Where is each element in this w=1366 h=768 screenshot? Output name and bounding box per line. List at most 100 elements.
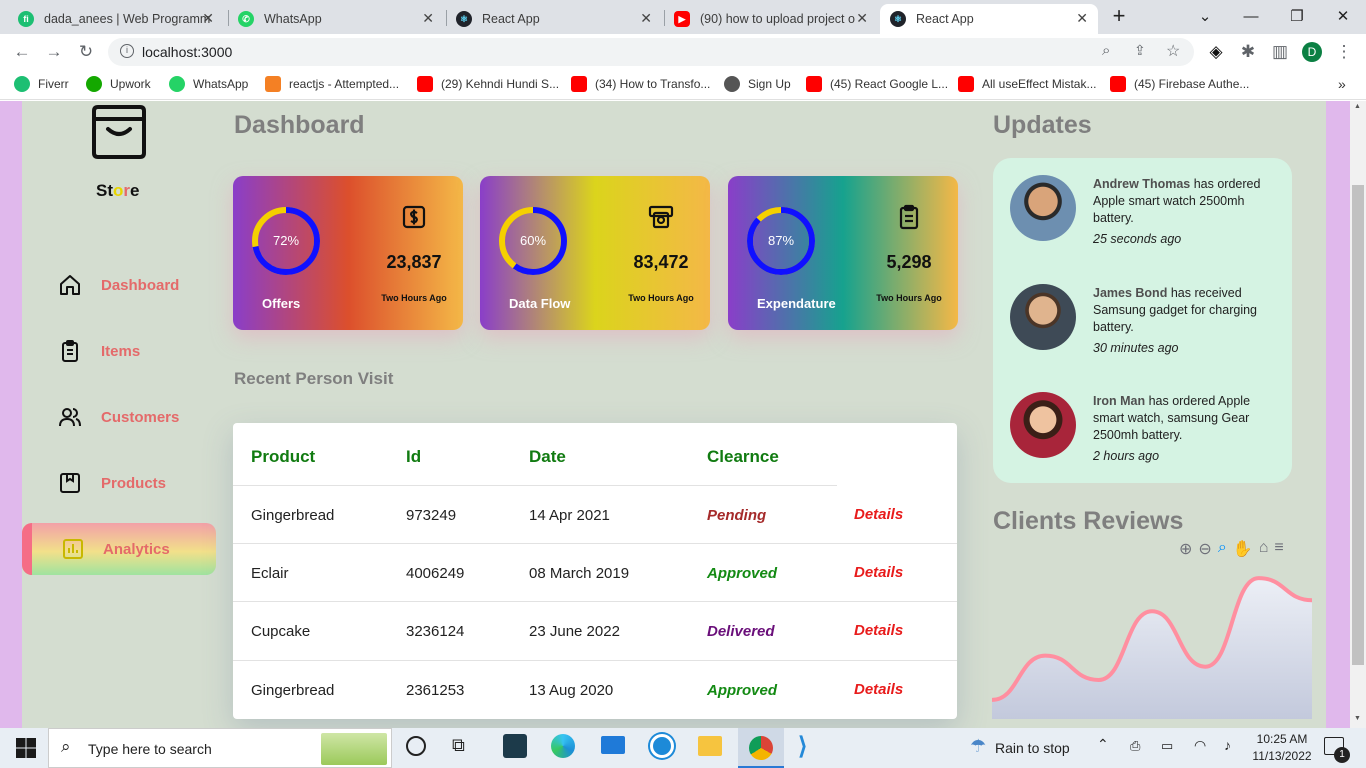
chrome-icon <box>749 736 773 760</box>
vscode-icon[interactable]: ⟩ <box>798 734 822 760</box>
card-time: Two Hours Ago <box>876 293 942 303</box>
scroll-up-icon[interactable]: ▲ <box>1354 103 1361 110</box>
pan-icon[interactable]: ✋ <box>1233 539 1253 559</box>
chrome-menu-icon[interactable]: ⋮ <box>1334 42 1354 62</box>
taskbar-search-box[interactable]: ⌕ Type here to search <box>48 728 392 768</box>
progress-value: 87% <box>767 233 795 248</box>
side-panel-icon[interactable]: ▥ <box>1270 42 1290 62</box>
close-window-button[interactable]: ✕ <box>1320 0 1366 32</box>
whatsapp-icon: ✆ <box>238 11 254 27</box>
avatar <box>1010 284 1076 350</box>
details-link[interactable]: Details <box>854 506 903 523</box>
page-scrollbar[interactable]: ▲ ▼ <box>1350 101 1366 728</box>
progress-value: 60% <box>519 233 547 248</box>
table-row: Gingerbread 2361253 13 Aug 2020 Approved… <box>233 660 957 718</box>
search-icon: ⌕ <box>61 737 71 756</box>
reset-home-icon[interactable]: ⌂ <box>1259 539 1269 559</box>
file-explorer-icon[interactable] <box>698 736 722 756</box>
task-view-icon[interactable]: ⧉ <box>452 735 465 756</box>
bookmark-whatsapp[interactable]: WhatsApp <box>169 76 248 92</box>
menu-icon[interactable]: ≡ <box>1274 539 1283 559</box>
updates-title: Updates <box>993 111 1092 139</box>
restore-button[interactable]: ❐ <box>1274 0 1320 32</box>
youtube-icon <box>1110 76 1126 92</box>
sidebar-item-dashboard[interactable]: Dashboard <box>58 270 179 300</box>
zoom-in-icon[interactable]: ⊕ <box>1179 539 1192 559</box>
browser-tab-fiverr[interactable]: fi dada_anees | Web Programm ✕ <box>8 4 224 34</box>
zoom-icon[interactable]: ⌕ <box>1102 42 1110 59</box>
mail-icon[interactable] <box>601 736 625 754</box>
extension-sync-icon[interactable]: ◈ <box>1206 42 1226 62</box>
sidebar-item-items[interactable]: Items <box>58 336 140 366</box>
profile-avatar[interactable]: D <box>1302 42 1322 62</box>
tab-search-chevron-icon[interactable]: ⌄ <box>1182 0 1228 32</box>
scrollbar-thumb[interactable] <box>1352 185 1364 665</box>
bookmark-star-icon[interactable]: ☆ <box>1166 41 1180 61</box>
recent-visits-title: Recent Person Visit <box>234 369 394 388</box>
close-tab-icon[interactable]: ✕ <box>422 10 434 27</box>
zoom-icon[interactable]: ⌕ <box>1218 539 1227 559</box>
cortana-icon[interactable] <box>406 736 426 756</box>
details-link[interactable]: Details <box>854 622 903 639</box>
edge-browser-icon[interactable] <box>551 734 575 758</box>
stat-card-expendature[interactable]: 87% Expendature 5,298 Two Hours Ago <box>728 176 958 330</box>
bookmark-stackoverflow[interactable]: reactjs - Attempted... <box>265 76 399 92</box>
sidebar-item-analytics[interactable]: Analytics <box>22 523 216 575</box>
battery-icon[interactable]: ▭ <box>1161 738 1173 754</box>
close-tab-icon[interactable]: ✕ <box>1076 10 1088 27</box>
weather-text[interactable]: Rain to stop <box>995 740 1070 756</box>
close-tab-icon[interactable]: ✕ <box>640 10 652 27</box>
teamviewer-icon[interactable] <box>650 734 674 758</box>
new-tab-button[interactable]: + <box>1096 0 1142 32</box>
browser-tab-react-app[interactable]: ⚛ React App ✕ <box>446 4 662 34</box>
tray-chevron-up-icon[interactable]: ⌃ <box>1097 736 1109 753</box>
bookmark-youtube-3[interactable]: (45) React Google L... <box>806 76 948 92</box>
clock-time[interactable]: 10:25 AM <box>1252 732 1312 746</box>
share-icon[interactable]: ⇪ <box>1134 42 1146 59</box>
forward-arrow-icon[interactable]: → <box>44 42 64 62</box>
meet-now-icon[interactable]: ⎙ <box>1130 738 1140 754</box>
sidebar-item-customers[interactable]: Customers <box>58 402 179 432</box>
stat-card-data-flow[interactable]: 60% Data Flow 83,472 Two Hours Ago <box>480 176 710 330</box>
wifi-icon[interactable]: ◠ <box>1194 737 1206 754</box>
address-bar[interactable]: i localhost:3000 ⌕ ⇪ ☆ <box>108 38 1194 66</box>
bookmark-fiverr[interactable]: Fiverr <box>14 76 69 92</box>
tab-title: dada_anees | Web Programm <box>44 12 211 26</box>
sidebar-item-label: Items <box>101 342 141 360</box>
zoom-out-icon[interactable]: ⊖ <box>1198 539 1211 559</box>
bookmarks-overflow-icon[interactable]: » <box>1338 76 1346 92</box>
browser-tab-youtube[interactable]: ▶ (90) how to upload project o ✕ <box>664 4 878 34</box>
scroll-down-icon[interactable]: ▼ <box>1354 715 1361 722</box>
volume-icon[interactable]: ♪ <box>1224 737 1231 753</box>
close-tab-icon[interactable]: ✕ <box>202 10 214 27</box>
reload-icon[interactable]: ↻ <box>76 42 96 62</box>
terminal-app-icon[interactable] <box>503 734 527 758</box>
card-title: Offers <box>262 296 301 311</box>
bookmark-youtube-5[interactable]: (45) Firebase Authe... <box>1110 76 1249 92</box>
bookmark-upwork[interactable]: Upwork <box>86 76 151 92</box>
reviews-title: Clients Reviews <box>993 507 1184 535</box>
browser-tab-whatsapp[interactable]: ✆ WhatsApp ✕ <box>228 4 444 34</box>
bookmark-signup[interactable]: Sign Up <box>724 76 791 92</box>
bookmark-youtube-2[interactable]: (34) How to Transfo... <box>571 76 710 92</box>
whatsapp-icon <box>169 76 185 92</box>
details-link[interactable]: Details <box>854 681 903 698</box>
site-info-icon[interactable]: i <box>120 44 134 58</box>
back-arrow-icon[interactable]: ← <box>12 42 32 62</box>
bookmark-youtube-4[interactable]: All useEffect Mistak... <box>958 76 1097 92</box>
table-row: Gingerbread 973249 14 Apr 2021 Pending D… <box>233 485 903 543</box>
stat-card-offers[interactable]: 72% Offers 23,837 Two Hours Ago <box>233 176 463 330</box>
close-tab-icon[interactable]: ✕ <box>856 10 868 27</box>
column-header: Id <box>406 447 422 466</box>
minimize-button[interactable]: — <box>1228 0 1274 32</box>
browser-tab-react-app-active[interactable]: ⚛ React App ✕ <box>880 4 1098 34</box>
clock-date[interactable]: 11/13/2022 <box>1252 749 1312 763</box>
taskbar-chrome-active[interactable] <box>738 728 784 768</box>
windows-start-icon[interactable] <box>14 736 38 760</box>
details-link[interactable]: Details <box>854 564 903 581</box>
sidebar-item-products[interactable]: Products <box>58 468 166 498</box>
fiverr-icon: fi <box>18 11 34 27</box>
extensions-puzzle-icon[interactable]: ✱ <box>1238 42 1258 62</box>
bookmark-youtube-1[interactable]: (29) Kehndi Hundi S... <box>417 76 559 92</box>
bookmark-label: WhatsApp <box>193 77 249 91</box>
